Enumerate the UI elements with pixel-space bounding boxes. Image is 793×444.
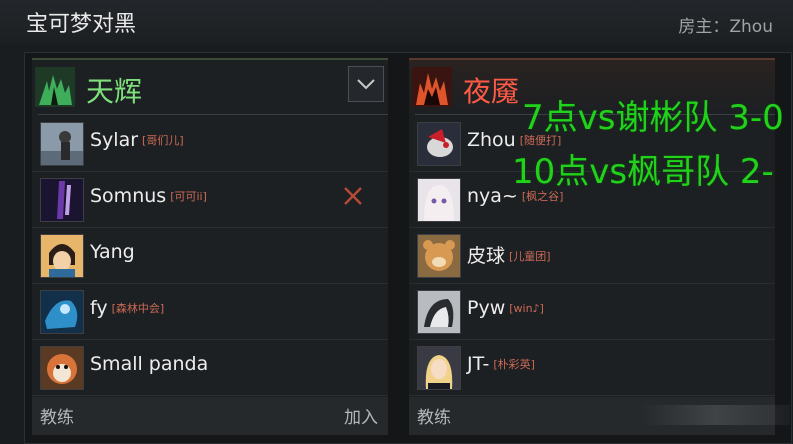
- avatar: [40, 122, 84, 166]
- avatar: [417, 122, 461, 166]
- radiant-team-name: 天辉: [86, 75, 143, 108]
- score-overlay-line: 10点vs枫哥队 2-: [512, 152, 774, 192]
- dire-fire-icon: [412, 67, 452, 107]
- score-overlay-line: 7点vs谢彬队 3-0: [522, 98, 784, 138]
- chevron-down-icon: [357, 79, 375, 90]
- lobby-title: 宝可梦对黑: [26, 12, 137, 37]
- player-name: Somnus [可可ii]: [90, 185, 207, 207]
- coach-label: 教练: [40, 408, 74, 428]
- avatar: [417, 178, 461, 222]
- team-dropdown-button[interactable]: [348, 66, 384, 102]
- avatar: [417, 234, 461, 278]
- player-slot[interactable]: Small panda: [32, 340, 388, 396]
- player-name: Small panda: [90, 353, 209, 375]
- radiant-panel: 天辉 Sylar [哥们儿] Somnus [可可ii] Yang fy [森林…: [32, 58, 388, 435]
- avatar: [417, 290, 461, 334]
- radiant-header: 天辉: [32, 60, 388, 115]
- player-slot[interactable]: Somnus [可可ii]: [32, 172, 388, 228]
- avatar: [40, 234, 84, 278]
- player-slot[interactable]: Pyw [win♪]: [409, 284, 775, 340]
- coach-slot: 教练 加入: [32, 397, 388, 435]
- player-slot[interactable]: fy [森林中会]: [32, 284, 388, 340]
- avatar: [40, 346, 84, 390]
- player-slot[interactable]: JT- [朴彩英]: [409, 340, 775, 396]
- radiant-tree-icon: [35, 67, 75, 107]
- player-name: 皮球 [儿童团]: [467, 245, 551, 267]
- player-name: Sylar [哥们儿]: [90, 129, 184, 151]
- player-tag: [森林中会]: [111, 302, 165, 315]
- player-tag: [win♪]: [509, 302, 544, 315]
- dire-team-name: 夜魇: [463, 75, 520, 108]
- avatar: [417, 346, 461, 390]
- join-coach-button[interactable]: 加入: [344, 403, 378, 428]
- player-tag: [哥们儿]: [142, 134, 184, 147]
- player-tag: [儿童团]: [509, 250, 551, 263]
- watermark: [640, 405, 790, 425]
- lobby-header: 宝可梦对黑 房主：Zhou: [0, 0, 793, 44]
- player-slot[interactable]: 皮球 [儿童团]: [409, 228, 775, 284]
- player-name: JT- [朴彩英]: [467, 353, 535, 375]
- player-tag: [可可ii]: [170, 190, 207, 203]
- player-slot[interactable]: Sylar [哥们儿]: [32, 116, 388, 172]
- player-slot[interactable]: Yang: [32, 228, 388, 284]
- avatar: [40, 178, 84, 222]
- player-name: Yang: [90, 241, 135, 263]
- avatar: [40, 290, 84, 334]
- player-tag: [朴彩英]: [493, 358, 535, 371]
- coach-label: 教练: [417, 408, 451, 428]
- host-label: 房主：Zhou: [678, 17, 773, 37]
- player-name: fy [森林中会]: [90, 297, 165, 319]
- kick-close-icon[interactable]: [342, 185, 364, 207]
- header-divider: [38, 114, 388, 115]
- player-name: Pyw [win♪]: [467, 297, 544, 319]
